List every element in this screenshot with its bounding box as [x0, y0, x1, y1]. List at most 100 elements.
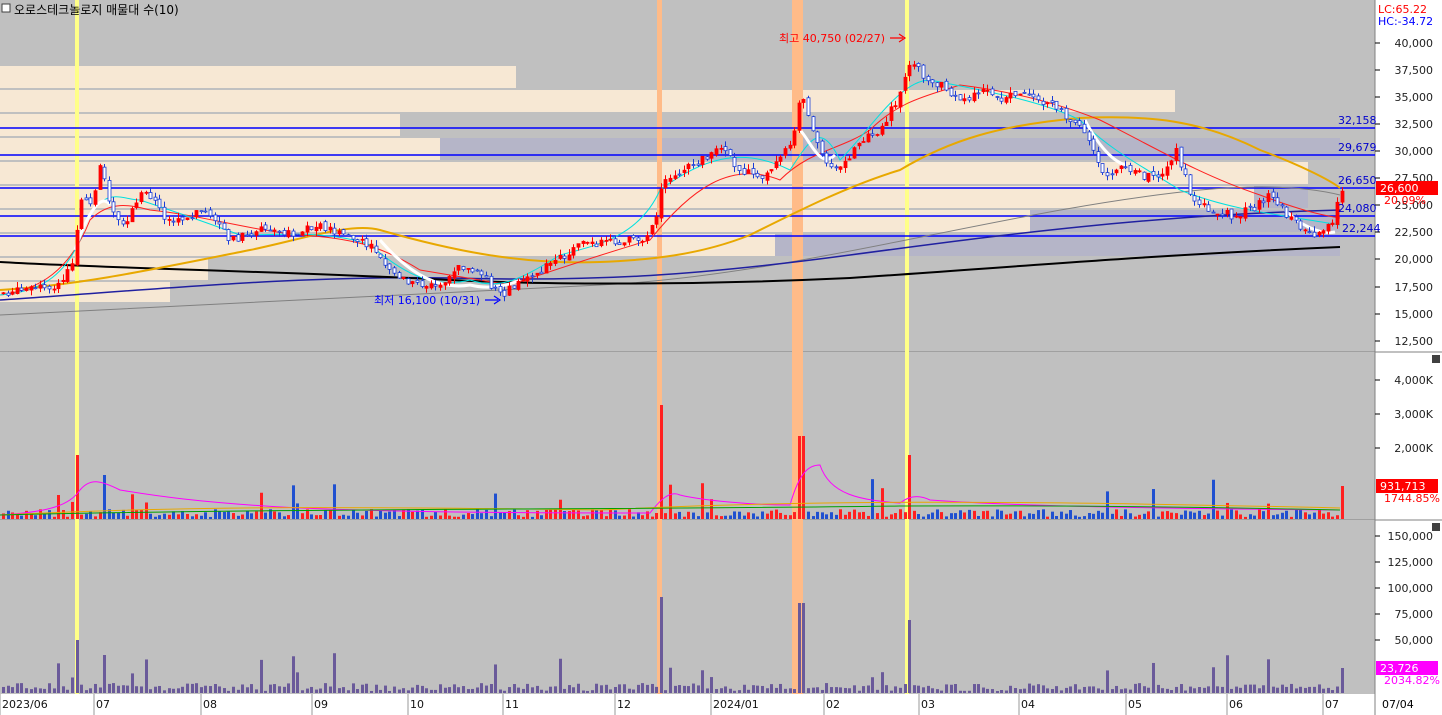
volume-bar[interactable]: [448, 515, 451, 519]
amount-bar[interactable]: [867, 685, 870, 693]
candle-body[interactable]: [470, 268, 475, 273]
candle-body[interactable]: [558, 254, 563, 259]
volume-bar[interactable]: [1069, 510, 1072, 519]
amount-bar[interactable]: [25, 688, 28, 693]
candle-body[interactable]: [525, 276, 530, 282]
candle-body[interactable]: [484, 275, 489, 278]
volume-bar[interactable]: [315, 515, 318, 519]
candle-body[interactable]: [70, 263, 75, 271]
volume-bar[interactable]: [140, 509, 143, 519]
volume-bar[interactable]: [706, 512, 709, 519]
candle-body[interactable]: [870, 133, 875, 136]
amount-bar[interactable]: [379, 689, 382, 693]
volume-bar[interactable]: [614, 510, 617, 519]
amount-bar[interactable]: [1046, 688, 1049, 693]
volume-bar[interactable]: [770, 510, 773, 519]
amount-bar[interactable]: [1060, 690, 1063, 693]
candle-body[interactable]: [585, 241, 590, 244]
amount-bar[interactable]: [936, 689, 939, 693]
candle-body[interactable]: [1179, 146, 1184, 168]
candle-body[interactable]: [691, 164, 696, 166]
candle-body[interactable]: [673, 175, 678, 179]
amount-bar[interactable]: [789, 688, 792, 693]
amount-bar[interactable]: [1124, 688, 1127, 693]
amount-bar[interactable]: [273, 684, 276, 693]
candle-body[interactable]: [622, 242, 627, 246]
amount-bar[interactable]: [664, 690, 667, 693]
volume-bar[interactable]: [1230, 509, 1233, 519]
amount-bar[interactable]: [296, 672, 299, 693]
volume-bar[interactable]: [945, 516, 948, 519]
candle-body[interactable]: [1151, 170, 1156, 176]
amount-bar[interactable]: [1299, 686, 1302, 693]
candle-body[interactable]: [1128, 164, 1133, 173]
amount-bar[interactable]: [959, 690, 962, 693]
candle-body[interactable]: [834, 166, 839, 169]
volume-bar[interactable]: [733, 511, 736, 519]
volume-bar[interactable]: [375, 516, 378, 519]
candle-body[interactable]: [415, 279, 420, 283]
amount-bar[interactable]: [1051, 689, 1054, 693]
candle-body[interactable]: [645, 235, 650, 242]
volume-bar[interactable]: [416, 510, 419, 519]
amount-bar[interactable]: [572, 687, 575, 693]
volume-bar[interactable]: [513, 509, 516, 519]
candle-body[interactable]: [236, 234, 241, 242]
candle-body[interactable]: [820, 140, 825, 155]
volume-bar[interactable]: [1161, 511, 1164, 519]
candle-body[interactable]: [93, 190, 98, 205]
candle-body[interactable]: [29, 286, 34, 291]
candle-body[interactable]: [33, 287, 38, 290]
volume-bar[interactable]: [545, 509, 548, 519]
volume-bar[interactable]: [379, 510, 382, 519]
volume-bar[interactable]: [149, 513, 152, 519]
volume-bar[interactable]: [1014, 511, 1017, 519]
candle-body[interactable]: [636, 237, 641, 241]
candle-body[interactable]: [1307, 231, 1312, 234]
volume-bar[interactable]: [678, 511, 681, 519]
volume-bar[interactable]: [844, 514, 847, 519]
volume-bar[interactable]: [94, 516, 97, 519]
candle-body[interactable]: [277, 230, 282, 233]
candle-body[interactable]: [1059, 108, 1064, 110]
volume-bar[interactable]: [255, 511, 258, 519]
volume-bar[interactable]: [890, 514, 893, 519]
amount-bar[interactable]: [365, 683, 368, 693]
candle-body[interactable]: [1013, 91, 1018, 97]
amount-bar[interactable]: [1331, 690, 1334, 693]
candle-body[interactable]: [755, 172, 760, 178]
amount-bar[interactable]: [595, 683, 598, 693]
volume-bar[interactable]: [342, 514, 345, 519]
amount-bar[interactable]: [632, 689, 635, 693]
amount-bar[interactable]: [715, 689, 718, 693]
volume-bar[interactable]: [720, 516, 723, 519]
amount-bar[interactable]: [963, 690, 966, 693]
candle-body[interactable]: [1087, 131, 1092, 141]
candle-body[interactable]: [829, 163, 834, 168]
volume-bar[interactable]: [881, 488, 884, 519]
volume-bar[interactable]: [885, 516, 888, 519]
volume-bar[interactable]: [1005, 514, 1008, 519]
volume-bar[interactable]: [1097, 510, 1100, 519]
volume-bar[interactable]: [554, 509, 557, 519]
volume-bar[interactable]: [968, 509, 971, 519]
amount-bar[interactable]: [1258, 688, 1261, 693]
amount-bar[interactable]: [858, 690, 861, 693]
candle-body[interactable]: [130, 208, 135, 223]
candle-body[interactable]: [1073, 119, 1078, 123]
volume-bar[interactable]: [20, 515, 23, 519]
volume-bar[interactable]: [729, 515, 732, 519]
volume-bar[interactable]: [1065, 513, 1068, 519]
volume-bar[interactable]: [1203, 515, 1206, 519]
candle-body[interactable]: [962, 98, 967, 102]
candle-body[interactable]: [171, 220, 176, 223]
amount-bar[interactable]: [738, 690, 741, 693]
amount-bar[interactable]: [1152, 662, 1155, 693]
volume-bar[interactable]: [278, 512, 281, 519]
candle-body[interactable]: [351, 234, 356, 240]
candle-body[interactable]: [102, 166, 107, 180]
amount-bar[interactable]: [697, 685, 700, 693]
candle-body[interactable]: [1188, 174, 1193, 195]
candle-body[interactable]: [291, 230, 296, 237]
amount-bar[interactable]: [761, 685, 764, 693]
